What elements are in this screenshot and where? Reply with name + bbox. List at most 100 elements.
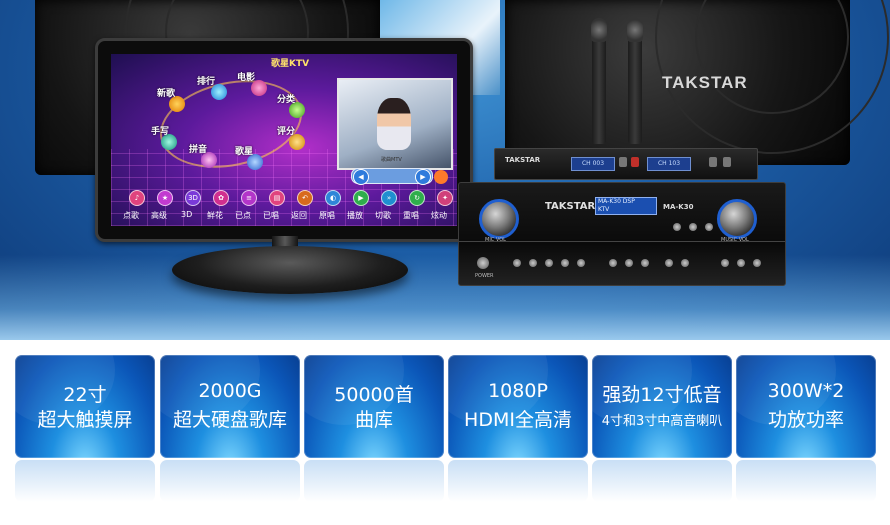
replay-icon: ↻ bbox=[409, 190, 425, 206]
feature-card-row: 22寸 超大触摸屏 2000G 超大硬盘歌库 50000首 曲库 1080P H… bbox=[0, 340, 890, 525]
receiver-indicator bbox=[631, 157, 639, 167]
function-icon-row: ♪ ★ 3D ✿ ≡ ▤ ↶ ◐ ▶ » ↻ ✦ bbox=[117, 190, 453, 208]
function-label: 已点 bbox=[235, 211, 251, 220]
power-button bbox=[477, 257, 489, 269]
control-knob bbox=[737, 259, 745, 267]
feature-title: 50000首 bbox=[334, 384, 414, 406]
music-vol-label: MUSIC VOL bbox=[721, 237, 749, 243]
card-reflection bbox=[160, 460, 300, 502]
amp-display-line1: MA-K30 DSP bbox=[598, 198, 635, 205]
control-knob bbox=[561, 259, 569, 267]
history-icon: ▤ bbox=[269, 190, 285, 206]
microphone-left bbox=[591, 18, 607, 144]
microphone-right bbox=[627, 18, 643, 144]
receiver-knob bbox=[709, 157, 717, 167]
volume-down-icon: ◀ bbox=[353, 169, 369, 185]
feature-title: 强劲12寸低音 bbox=[602, 384, 722, 406]
feature-subtitle: 超大硬盘歌库 bbox=[172, 409, 287, 431]
feature-card-screen: 22寸 超大触摸屏 bbox=[15, 355, 155, 458]
wireless-receiver: TAKSTAR CH 003 CH 103 bbox=[494, 148, 758, 180]
control-knob bbox=[641, 259, 649, 267]
control-knob bbox=[665, 259, 673, 267]
mic-volume-knob bbox=[479, 199, 519, 239]
feature-card-speakers: 强劲12寸低音 4寸和3寸中高音喇叭 bbox=[592, 355, 732, 458]
feature-title: 2000G bbox=[198, 380, 262, 402]
feature-subtitle: 4寸和3寸中高音喇叭 bbox=[601, 414, 723, 429]
power-label: POWER bbox=[475, 273, 494, 279]
video-preview: 歌曲MTV bbox=[337, 78, 453, 170]
control-knob bbox=[721, 259, 729, 267]
menu-item-movies: 电影 bbox=[237, 73, 256, 83]
menu-item-new-songs: 新歌 bbox=[157, 89, 176, 99]
control-knob bbox=[705, 223, 713, 231]
settings-icon bbox=[434, 170, 448, 184]
function-label: 高级 bbox=[151, 211, 167, 220]
control-knob bbox=[753, 259, 761, 267]
monitor-stand bbox=[172, 246, 408, 294]
original-vocal-icon: ◐ bbox=[325, 190, 341, 206]
receiver-logo: TAKSTAR bbox=[505, 156, 541, 164]
function-label: 原唱 bbox=[319, 211, 335, 220]
mic-vol-label: MIC VOL bbox=[485, 237, 506, 243]
queue-icon: ≡ bbox=[241, 190, 257, 206]
control-knob bbox=[681, 259, 689, 267]
feature-subtitle: 曲库 bbox=[354, 409, 393, 431]
menu-item-ranking: 排行 bbox=[197, 77, 216, 87]
advanced-icon: ★ bbox=[157, 190, 173, 206]
flower-icon: ✿ bbox=[213, 190, 229, 206]
function-label: 切歌 bbox=[375, 211, 391, 220]
feature-card-power: 300W*2 功放功率 bbox=[736, 355, 876, 458]
amp-display: MA-K30 DSP KTV bbox=[595, 197, 657, 215]
amp-logo: TAKSTAR bbox=[545, 201, 596, 212]
feature-title: 300W*2 bbox=[767, 380, 845, 402]
speaker-brand-logo: TAKSTAR bbox=[662, 73, 748, 92]
control-knob bbox=[545, 259, 553, 267]
control-knob bbox=[529, 259, 537, 267]
card-reflection bbox=[736, 460, 876, 502]
card-reflection bbox=[448, 460, 588, 502]
menu-item-category: 分类 bbox=[277, 95, 296, 105]
menu-item-singers: 歌星 bbox=[235, 147, 254, 157]
amp-model: MA-K30 bbox=[663, 203, 694, 211]
menu-item-pinyin: 拼音 bbox=[189, 145, 208, 155]
feature-subtitle: 功放功率 bbox=[767, 409, 844, 431]
feature-subtitle: HDMI全高清 bbox=[464, 409, 572, 431]
function-label: 点歌 bbox=[123, 211, 139, 220]
function-label: 已唱 bbox=[263, 211, 279, 220]
back-icon: ↶ bbox=[297, 190, 313, 206]
music-volume-knob bbox=[717, 199, 757, 239]
function-label: 重唱 bbox=[403, 211, 419, 220]
feature-card-hdmi: 1080P HDMI全高清 bbox=[448, 355, 588, 458]
video-caption: 歌曲MTV bbox=[381, 157, 402, 163]
control-knob bbox=[609, 259, 617, 267]
product-hero-image: TAKSTAR 歌星KTV 新歌 排行 电影 分类 评分 歌星 拼音 手写 歌曲… bbox=[0, 0, 890, 340]
receiver-knob bbox=[723, 157, 731, 167]
feature-title: 1080P bbox=[488, 380, 548, 402]
song-icon: ♪ bbox=[129, 190, 145, 206]
function-label-row: 点歌 高级 3D 鲜花 已点 已唱 返回 原唱 播放 切歌 重唱 炫动 bbox=[117, 210, 453, 222]
receiver-display-b: CH 103 bbox=[647, 157, 691, 171]
control-knob bbox=[689, 223, 697, 231]
panel-divider bbox=[459, 241, 785, 242]
control-knob bbox=[673, 223, 681, 231]
control-knob bbox=[513, 259, 521, 267]
card-reflection bbox=[304, 460, 444, 502]
card-reflection bbox=[592, 460, 732, 502]
function-label: 鲜花 bbox=[207, 211, 223, 220]
control-knob bbox=[577, 259, 585, 267]
touchscreen-monitor: 歌星KTV 新歌 排行 电影 分类 评分 歌星 拼音 手写 歌曲MTV ◀ ▶ … bbox=[95, 38, 473, 242]
next-icon: » bbox=[381, 190, 397, 206]
feature-title: 22寸 bbox=[63, 384, 107, 406]
function-label: 3D bbox=[181, 210, 193, 219]
receiver-knob bbox=[619, 157, 627, 167]
function-label: 播放 bbox=[347, 211, 363, 220]
function-label: 返回 bbox=[291, 211, 307, 220]
3d-icon: 3D bbox=[185, 190, 201, 206]
receiver-display-a: CH 003 bbox=[571, 157, 615, 171]
menu-item-rating: 评分 bbox=[277, 127, 296, 137]
ktv-screen: 歌星KTV 新歌 排行 电影 分类 评分 歌星 拼音 手写 歌曲MTV ◀ ▶ … bbox=[111, 54, 457, 226]
volume-up-icon: ▶ bbox=[415, 169, 431, 185]
feature-card-library: 50000首 曲库 bbox=[304, 355, 444, 458]
singer-image bbox=[377, 98, 411, 150]
ktv-title: 歌星KTV bbox=[271, 59, 310, 69]
